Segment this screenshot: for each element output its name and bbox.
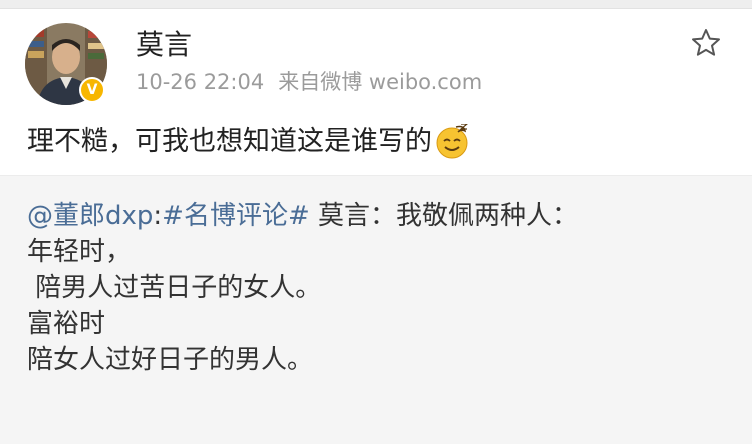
mention-colon: : (153, 201, 163, 231)
hashtag-link[interactable]: #名博评论# (162, 201, 310, 231)
weibo-post-card: V 莫言 10-26 22:04 来自微博 weibo.com 理不糙，可我也想知… (0, 9, 752, 444)
verified-badge: V (79, 77, 105, 103)
dizzy-smile-emoji (436, 124, 468, 159)
post-source: 来自微博 weibo.com (278, 70, 483, 94)
post-body: 理不糙，可我也想知道这是谁写的 (27, 126, 432, 157)
repost-text: @董郎dxp:#名博评论# 莫言：我敬佩两种人： 年轻时， 陪男人过苦日子的女人… (27, 198, 578, 378)
author-name[interactable]: 莫言 (136, 29, 192, 61)
repost-line: 富裕时 (27, 309, 106, 339)
repost-line: 陪男人过苦日子的女人。 (27, 273, 322, 303)
repost-line: 年轻时， (27, 237, 132, 267)
repost-line: 陪女人过好日子的男人。 (27, 345, 314, 375)
post-text: 理不糙，可我也想知道这是谁写的 (27, 122, 470, 162)
repost-first-line: @董郎dxp:#名博评论# 莫言：我敬佩两种人： (27, 198, 578, 234)
repost-lead: 莫言：我敬佩两种人： (309, 201, 579, 231)
repost-block[interactable]: @董郎dxp:#名博评论# 莫言：我敬佩两种人： 年轻时， 陪男人过苦日子的女人… (0, 175, 752, 444)
avatar[interactable]: V (25, 23, 107, 105)
top-divider (0, 0, 752, 9)
verified-badge-label: V (86, 82, 98, 98)
star-outline-icon[interactable] (690, 27, 722, 59)
mention-link[interactable]: @董郎dxp (27, 201, 153, 231)
post-timestamp: 10-26 22:04 (136, 70, 265, 94)
post-meta: 10-26 22:04 来自微博 weibo.com (136, 69, 482, 95)
